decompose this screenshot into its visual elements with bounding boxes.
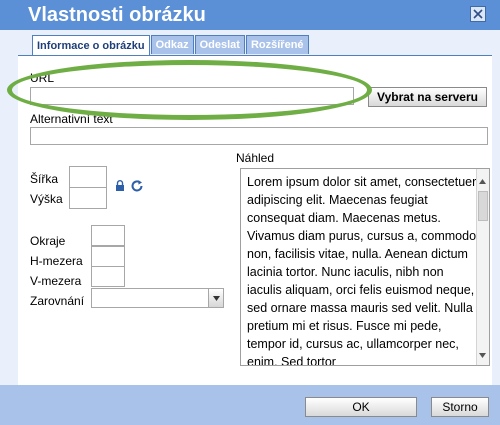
scrollbar-thumb[interactable] (478, 191, 488, 221)
highlight-oval (7, 60, 372, 120)
vspace-label: V-mezera (30, 274, 82, 288)
close-icon[interactable] (470, 6, 486, 22)
align-label: Zarovnání (30, 294, 85, 308)
scroll-up-icon[interactable] (479, 173, 486, 187)
preview-label: Náhled (236, 151, 275, 165)
chevron-down-icon[interactable] (208, 289, 223, 307)
dialog-titlebar[interactable]: Vlastnosti obrázku (0, 0, 500, 30)
tab-advanced[interactable]: Rozšířené (245, 35, 309, 54)
ok-button[interactable]: OK (305, 397, 417, 417)
browse-server-button[interactable]: Vybrat na serveru (368, 87, 487, 107)
hspace-input[interactable] (91, 246, 125, 267)
image-properties-dialog: Vlastnosti obrázku Informace o obrázku O… (0, 0, 500, 425)
scroll-down-icon[interactable] (479, 347, 486, 361)
alt-text-input[interactable] (30, 127, 488, 145)
align-select[interactable] (91, 288, 224, 308)
dialog-title: Vlastnosti obrázku (28, 4, 206, 26)
vspace-input[interactable] (91, 266, 125, 287)
tab-image-info[interactable]: Informace o obrázku (32, 35, 150, 56)
tab-upload[interactable]: Odeslat (194, 35, 245, 54)
tab-strip: Informace o obrázku Odkaz Odeslat Rozšíř… (32, 35, 310, 56)
height-input[interactable] (69, 187, 107, 209)
tab-link[interactable]: Odkaz (150, 35, 194, 54)
border-label: Okraje (30, 234, 66, 248)
cancel-button[interactable]: Storno (431, 397, 489, 417)
hspace-label: H-mezera (30, 254, 83, 268)
height-label: Výška (30, 192, 63, 206)
preview-text: Lorem ipsum dolor sit amet, consectetuer… (247, 175, 477, 366)
width-input[interactable] (69, 166, 107, 188)
dialog-footer: OK Storno (0, 385, 500, 425)
lock-icon[interactable] (115, 180, 125, 192)
preview-box: Lorem ipsum dolor sit amet, consectetuer… (240, 168, 490, 366)
reset-icon[interactable] (130, 179, 144, 193)
preview-scrollbar[interactable] (476, 169, 489, 365)
width-label: Šířka (30, 172, 59, 186)
border-input[interactable] (91, 225, 125, 246)
